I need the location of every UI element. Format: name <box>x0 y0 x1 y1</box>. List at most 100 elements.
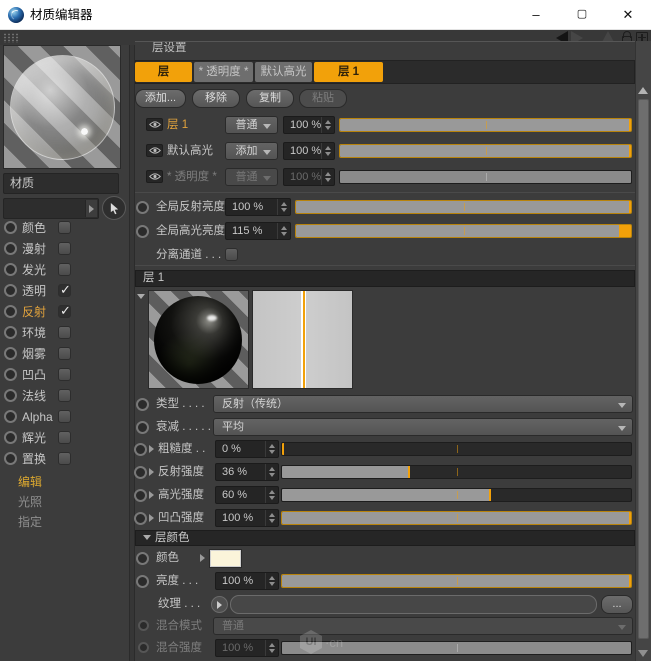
scrollbar-thumb[interactable] <box>638 99 649 639</box>
radio-icon[interactable] <box>4 242 17 255</box>
layer-opacity-spinner[interactable]: 100 % <box>283 142 335 160</box>
channel-row-environment[interactable]: 环境 <box>0 324 130 342</box>
layer-preview-thumbnail[interactable] <box>148 290 249 389</box>
specular-strength-slider[interactable] <box>281 488 632 502</box>
channel-checkbox[interactable] <box>58 410 71 423</box>
channel-row-luminance[interactable]: 发光 <box>0 261 130 279</box>
channel-label[interactable]: 发光 <box>22 261 46 279</box>
visibility-toggle[interactable] <box>146 170 163 183</box>
channel-row-fog[interactable]: 烟雾 <box>0 345 130 363</box>
radio-icon[interactable] <box>136 201 149 214</box>
channel-row-transparency[interactable]: 透明 <box>0 282 130 300</box>
channel-row-normal[interactable]: 法线 <box>0 387 130 405</box>
channel-checkbox[interactable] <box>58 347 71 360</box>
material-preview[interactable] <box>3 45 121 169</box>
channel-row-displacement[interactable]: 置换 <box>0 450 130 468</box>
reflection-strength-slider[interactable] <box>281 465 632 479</box>
channel-checkbox[interactable] <box>58 242 71 255</box>
radio-icon[interactable] <box>4 389 17 402</box>
pick-material-button[interactable] <box>102 196 126 220</box>
bump-strength-spinner[interactable]: 100 % <box>215 509 279 527</box>
sidebar-item-illumination[interactable]: 光照 <box>18 493 128 511</box>
shader-nav-field[interactable] <box>3 198 99 219</box>
radio-icon[interactable] <box>4 305 17 318</box>
channel-checkbox[interactable] <box>58 303 71 319</box>
type-dropdown[interactable]: 反射（传统） <box>213 395 633 413</box>
copy-button[interactable]: 复制 <box>246 89 294 108</box>
channel-row-alpha[interactable]: Alpha <box>0 408 130 426</box>
global-reflection-slider[interactable] <box>295 200 632 214</box>
stepper-arrows-icon[interactable] <box>265 573 278 589</box>
tab-layer1[interactable]: 层 1 <box>314 62 383 82</box>
radio-icon[interactable] <box>4 347 17 360</box>
tab-transparency[interactable]: * 透明度 * <box>194 62 253 82</box>
channel-label[interactable]: 置换 <box>22 450 46 468</box>
radio-icon[interactable] <box>4 431 17 444</box>
radio-icon[interactable] <box>4 368 17 381</box>
stepper-arrows-icon[interactable] <box>265 510 278 526</box>
radio-icon[interactable] <box>136 552 149 565</box>
reflection-strength-spinner[interactable]: 36 % <box>215 463 279 481</box>
stepper-arrows-icon[interactable] <box>321 143 334 159</box>
maximize-button[interactable]: ▢ <box>559 0 605 30</box>
radio-icon[interactable] <box>4 326 17 339</box>
channel-checkbox[interactable] <box>58 431 71 444</box>
tab-layers[interactable]: 层 <box>135 62 192 82</box>
texture-browse-button[interactable]: ... <box>601 595 633 614</box>
close-button[interactable]: ✕ <box>605 0 651 30</box>
drag-grip-icon[interactable] <box>3 33 20 43</box>
channel-label[interactable]: 凹凸 <box>22 366 46 384</box>
channel-checkbox[interactable] <box>58 263 71 276</box>
radio-icon[interactable] <box>4 452 17 465</box>
radio-icon[interactable] <box>4 410 17 423</box>
global-specular-slider[interactable] <box>295 224 632 238</box>
layer-opacity-spinner[interactable]: 100 % <box>283 116 335 134</box>
channel-label[interactable]: 烟雾 <box>22 345 46 363</box>
layer-opacity-slider[interactable] <box>339 144 632 158</box>
channel-checkbox[interactable] <box>58 221 71 234</box>
radio-icon[interactable] <box>136 575 149 588</box>
layer-blend-dropdown[interactable]: 普通 <box>225 116 278 134</box>
tab-default-specular[interactable]: 默认高光 <box>255 62 312 82</box>
channel-label[interactable]: 法线 <box>22 387 46 405</box>
brightness-slider[interactable] <box>281 574 632 588</box>
radio-icon[interactable] <box>134 489 147 502</box>
radio-icon[interactable] <box>4 284 17 297</box>
color-swatch[interactable] <box>209 549 242 568</box>
bump-strength-slider[interactable] <box>281 511 632 525</box>
channel-label[interactable]: 辉光 <box>22 429 46 447</box>
visibility-toggle[interactable] <box>146 118 163 131</box>
texture-expand-button[interactable] <box>211 596 228 613</box>
channel-label[interactable]: 环境 <box>22 324 46 342</box>
layer1-section-header[interactable]: 层 1 <box>135 270 635 287</box>
stepper-arrows-icon[interactable] <box>277 223 290 239</box>
radio-icon[interactable] <box>134 443 147 456</box>
radio-icon[interactable] <box>4 263 17 276</box>
collapse-icon[interactable] <box>137 294 145 299</box>
channel-row-color[interactable]: 颜色 <box>0 219 130 237</box>
radio-icon[interactable] <box>136 225 149 238</box>
expand-icon[interactable] <box>149 491 154 499</box>
radio-icon[interactable] <box>134 466 147 479</box>
material-name-field[interactable]: 材质 <box>3 173 119 194</box>
expand-icon[interactable] <box>149 468 154 476</box>
brightness-spinner[interactable]: 100 % <box>215 572 279 590</box>
radio-icon[interactable] <box>4 221 17 234</box>
channel-label[interactable]: Alpha <box>22 408 53 426</box>
channel-label[interactable]: 透明 <box>22 282 46 300</box>
channel-row-diffusion[interactable]: 漫射 <box>0 240 130 258</box>
layer-name[interactable]: 默认高光 <box>167 142 213 160</box>
visibility-toggle[interactable] <box>146 144 163 157</box>
roughness-slider[interactable] <box>281 442 632 456</box>
radio-icon[interactable] <box>134 512 147 525</box>
stepper-arrows-icon[interactable] <box>265 464 278 480</box>
channel-row-reflectance[interactable]: 反射 <box>0 303 130 321</box>
expand-icon[interactable] <box>149 514 154 522</box>
channel-label[interactable]: 漫射 <box>22 240 46 258</box>
texture-field[interactable] <box>230 595 597 614</box>
global-specular-spinner[interactable]: 115 % <box>225 222 291 240</box>
layer-color-header[interactable]: 层颜色 <box>135 530 635 546</box>
falloff-dropdown[interactable]: 平均 <box>213 418 633 436</box>
minimize-button[interactable]: – <box>513 0 559 30</box>
radio-icon[interactable] <box>136 421 149 434</box>
